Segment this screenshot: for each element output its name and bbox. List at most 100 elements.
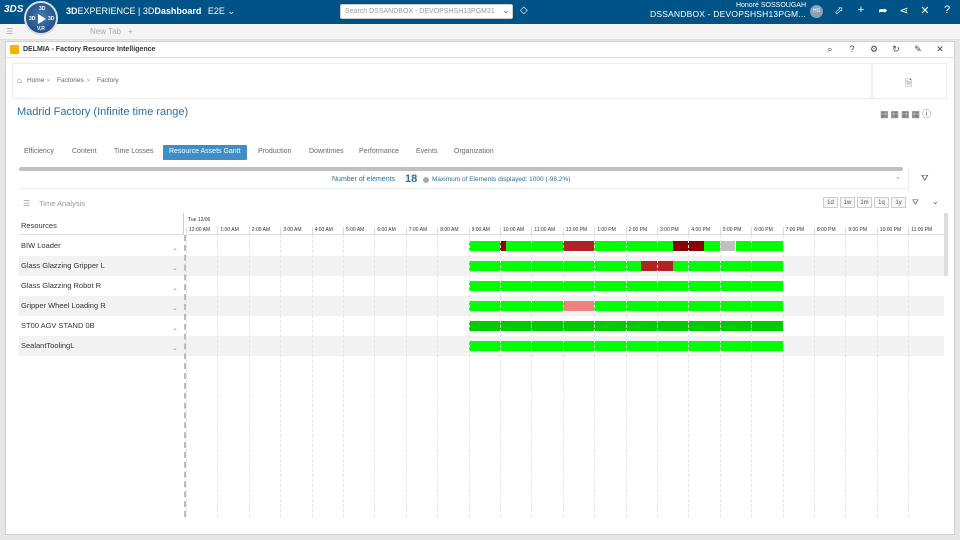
gantt-row[interactable]: Glass Glazzing Gripper L ⌄	[19, 256, 944, 276]
chevron-down-icon[interactable]: ⌄	[172, 304, 178, 312]
hour-label: 4:00 PM	[688, 227, 710, 235]
hour-label: 7:00 AM	[405, 227, 427, 235]
tab-downtimes[interactable]: Downtimes	[309, 145, 344, 160]
hour-label: 5:00 AM	[343, 227, 364, 235]
refresh-icon[interactable]: ↻	[890, 44, 902, 55]
tab-time-losses[interactable]: Time Losses	[114, 145, 153, 160]
tools-icon[interactable]: ✕	[918, 4, 932, 17]
brand-title[interactable]: 3DEXPERIENCE | 3DDashboard E2E ⌄	[66, 6, 235, 17]
zoom-1m-button[interactable]: 1m	[857, 197, 872, 208]
hour-gridline	[217, 235, 219, 517]
window-title: DELMIA - Factory Resource Intelligence	[23, 46, 156, 53]
compass-button[interactable]: 3D 3D 3D V,R	[24, 1, 58, 35]
loading-progress-bar	[19, 167, 903, 171]
gantt-row[interactable]: BIW Loader ⌄	[19, 236, 944, 256]
zoom-1d-button[interactable]: 1d	[823, 197, 838, 208]
breadcrumb-factories[interactable]: Factories	[57, 77, 84, 84]
zoom-1q-button[interactable]: 1q	[874, 197, 889, 208]
hour-label: 8:00 PM	[814, 227, 836, 235]
share-icon[interactable]: ⋖	[897, 4, 911, 17]
share-content-icon[interactable]: ⬀	[832, 4, 846, 17]
avatar[interactable]: HS	[810, 5, 823, 18]
search-dropdown-icon[interactable]: ⌄	[500, 5, 512, 18]
close-icon[interactable]: ✕	[934, 44, 946, 55]
zoom-1y-button[interactable]: 1y	[891, 197, 906, 208]
gantt-segment-stopped[interactable]	[562, 241, 595, 251]
hour-gridline	[719, 235, 721, 517]
tab-organization[interactable]: Organization	[454, 145, 494, 160]
hour-label: 3:00 PM	[657, 227, 679, 235]
zoom-1w-button[interactable]: 1w	[840, 197, 855, 208]
gantt-segment-running[interactable]	[468, 261, 642, 271]
hour-label: 6:00 PM	[751, 227, 773, 235]
gantt-segment-idle[interactable]	[719, 241, 736, 251]
gantt-segment-running[interactable]	[704, 241, 720, 251]
top-bar: 3DS 3D 3D 3D V,R 3DEXPERIENCE | 3DDashbo…	[0, 0, 960, 35]
chevron-down-icon[interactable]: ⌄	[172, 284, 178, 292]
hour-label: 5:00 PM	[719, 227, 741, 235]
add-tab-icon[interactable]: +	[128, 27, 133, 36]
gear-icon[interactable]: ⚙	[868, 44, 880, 55]
resource-name: SealantToolingL	[21, 341, 75, 350]
breadcrumb-factory[interactable]: Factory	[97, 77, 119, 84]
hour-gridline	[374, 235, 376, 517]
export-document-icon[interactable]: 🗎	[905, 76, 912, 92]
tab-resource-assets-gantt[interactable]: Resource Assets Gantt	[163, 145, 247, 160]
breadcrumb-home[interactable]: Home	[27, 77, 44, 84]
hour-gridline	[248, 235, 250, 517]
gantt-row[interactable]: ST00 AGV STAND 0B ⌄	[19, 316, 944, 336]
chevron-down-icon[interactable]: ⌄	[895, 173, 901, 181]
chevron-down-icon[interactable]: ⌄	[172, 244, 178, 252]
gantt-segment-running[interactable]	[735, 241, 783, 251]
help-icon[interactable]: ?	[940, 4, 954, 16]
home-icon: ⌂	[17, 76, 22, 85]
calendar-settings-icon[interactable]: ▦	[912, 109, 921, 119]
gantt-row[interactable]: SealantToolingL ⌄	[19, 336, 944, 356]
calendar-icon[interactable]: ▦	[891, 109, 900, 119]
hour-gridline	[594, 235, 596, 517]
gantt-segment-running[interactable]	[468, 301, 563, 311]
tab-production[interactable]: Production	[258, 145, 291, 160]
time-analysis-label: Time Analysis	[39, 199, 85, 208]
tab-performance[interactable]: Performance	[359, 145, 399, 160]
resource-name: Glass Glazzing Gripper L	[21, 261, 105, 270]
gantt-segment-running[interactable]	[468, 241, 500, 251]
user-info[interactable]: Honoré SOSSOUGAH DSSANDBOX - DEVOPSHSH13…	[650, 2, 806, 18]
gantt-row[interactable]: Glass Glazzing Robot R ⌄	[19, 276, 944, 296]
filter-clear-icon[interactable]: ⛛	[921, 173, 929, 184]
tag-icon[interactable]: ◇	[520, 5, 528, 16]
gantt-segment-running[interactable]	[594, 241, 673, 251]
dashboard-tab[interactable]: New Tab	[90, 27, 121, 36]
play-icon	[38, 14, 46, 24]
menu-icon[interactable]: ☰	[6, 27, 13, 36]
forward-icon[interactable]: ➦	[876, 4, 890, 17]
search-icon[interactable]: ⌕	[824, 44, 836, 55]
chevron-down-icon[interactable]: ⌄	[172, 344, 178, 352]
hour-label: 9:00 PM	[845, 227, 867, 235]
filter-icon[interactable]: ⛛	[912, 198, 919, 208]
chevron-down-icon[interactable]: ⌄	[172, 324, 178, 332]
user-credential: DSSANDBOX - DEVOPSHSH13PGM...	[649, 9, 806, 19]
chevron-down-icon[interactable]: ⌄	[172, 264, 178, 272]
gantt-segment-warning[interactable]	[562, 301, 595, 311]
pin-icon[interactable]: ✎	[912, 44, 924, 55]
calendar-icon[interactable]: ▦	[880, 109, 889, 119]
chevron-down-icon[interactable]: ⌄	[932, 197, 939, 206]
window-title-bar: DELMIA - Factory Resource Intelligence ⌕…	[6, 42, 954, 58]
tab-content[interactable]: Content	[72, 145, 97, 160]
gantt-segment-running[interactable]	[506, 241, 563, 251]
tab-events[interactable]: Events	[416, 145, 437, 160]
calendar-icon[interactable]: ▦	[901, 109, 910, 119]
time-analysis-toolbar: ☰ Time Analysis 1d 1w 1m 1q 1y ⛛ ⌄	[19, 197, 944, 211]
plus-icon[interactable]: +	[854, 4, 868, 16]
vertical-scrollbar[interactable]	[944, 213, 948, 276]
help-icon[interactable]: ?	[846, 44, 858, 54]
info-icon[interactable]: ⓘ	[922, 109, 931, 119]
search-input[interactable]: Search DSSANDBOX - DEVOPSHSH13PGM31	[340, 4, 513, 19]
hour-gridline	[845, 235, 847, 517]
tab-efficiency[interactable]: Efficiency	[24, 145, 54, 160]
resource-name: Gripper Wheel Loading R	[21, 301, 106, 310]
brand-dashboard: Dashboard	[154, 6, 202, 16]
gantt-row[interactable]: Gripper Wheel Loading R ⌄	[19, 296, 944, 316]
hour-label: 7:00 PM	[782, 227, 804, 235]
